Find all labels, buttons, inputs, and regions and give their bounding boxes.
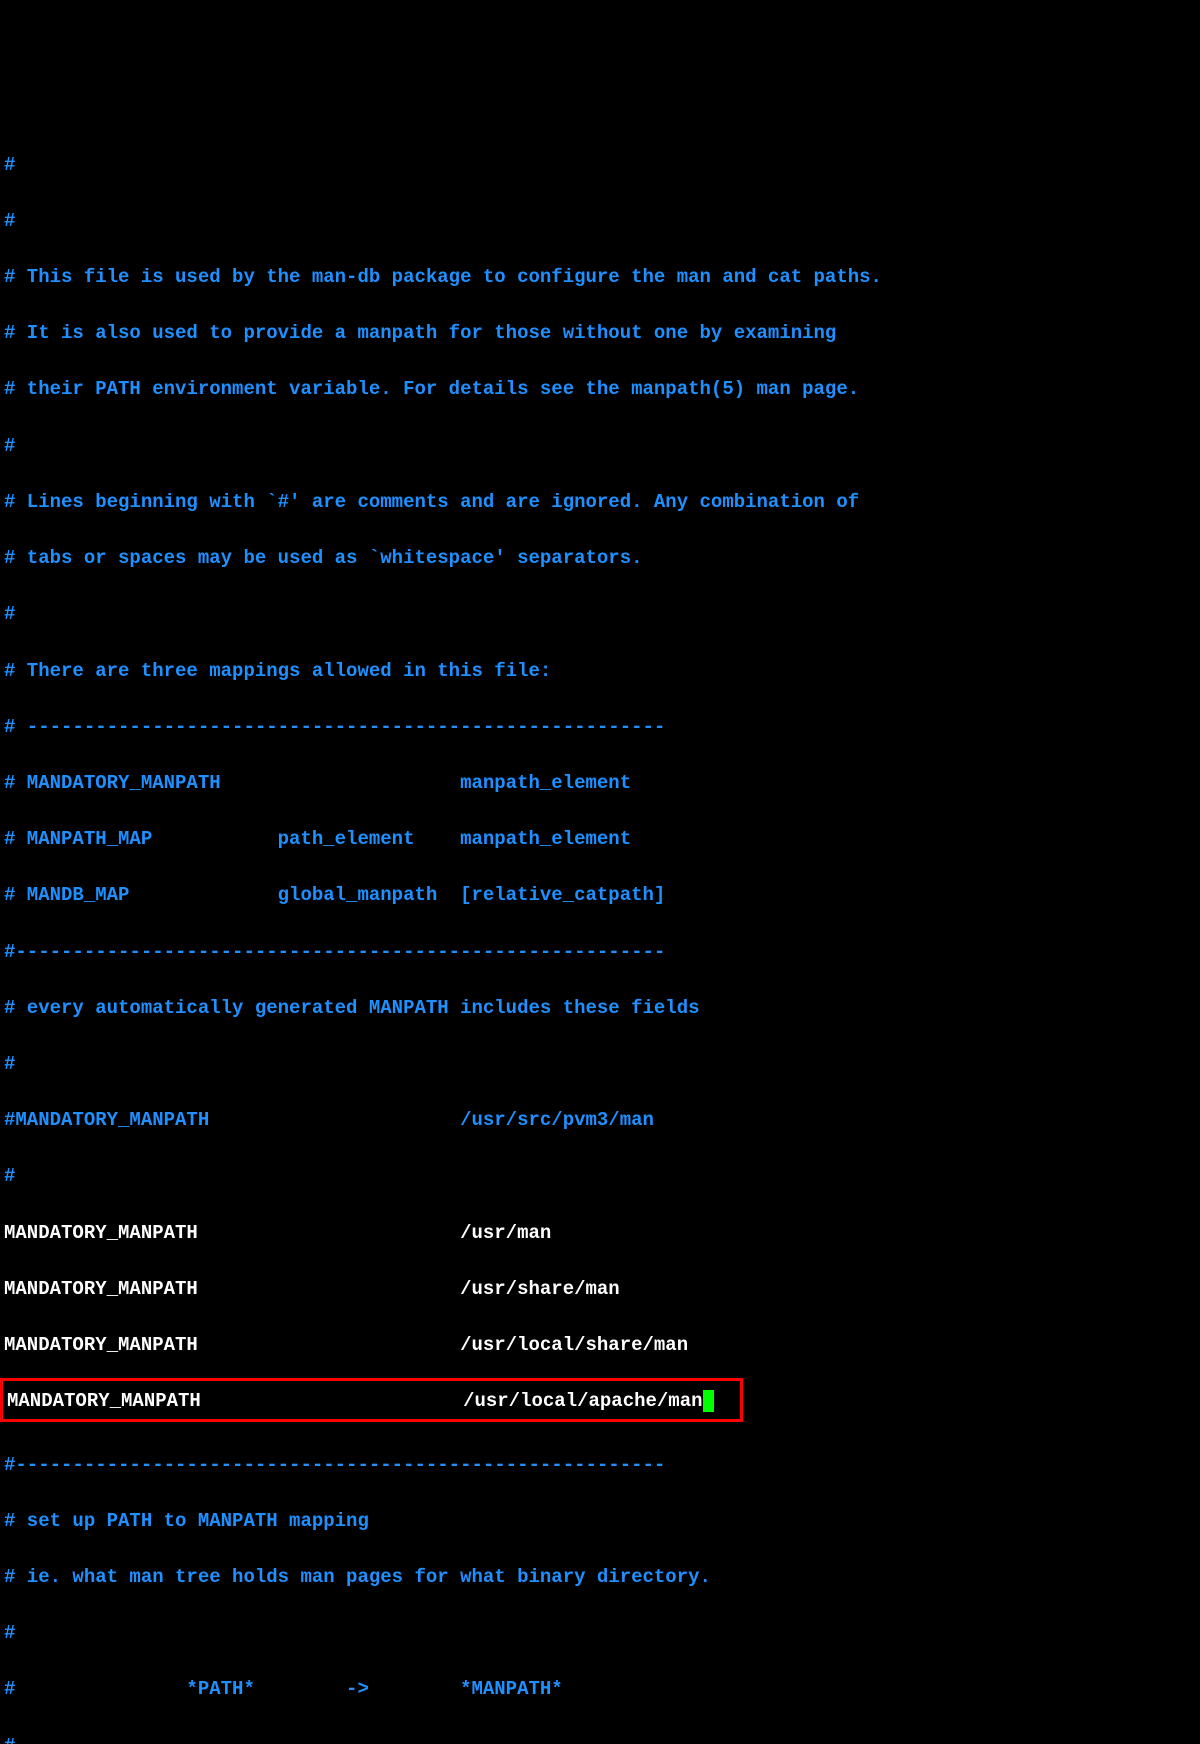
comment-line: # *PATH* -> *MANPATH*: [4, 1675, 1196, 1703]
comment-line: # every automatically generated MANPATH …: [4, 994, 1196, 1022]
comment-line: #: [4, 432, 1196, 460]
highlighted-line: MANDATORY_MANPATH /usr/local/apache/man: [0, 1378, 743, 1422]
comment-line: # MANDATORY_MANPATH manpath_element: [4, 769, 1196, 797]
comment-line: #---------------------------------------…: [4, 1451, 1196, 1479]
comment-line: #: [4, 1050, 1196, 1078]
cursor: [703, 1390, 714, 1412]
comment-line: #MANDATORY_MANPATH /usr/src/pvm3/man: [4, 1106, 1196, 1134]
config-line: MANDATORY_MANPATH /usr/local/share/man: [4, 1331, 1196, 1359]
comment-line: #: [4, 600, 1196, 628]
comment-line: # set up PATH to MANPATH mapping: [4, 1507, 1196, 1535]
config-line: MANDATORY_MANPATH /usr/man: [4, 1219, 1196, 1247]
terminal-editor[interactable]: # # # This file is used by the man-db pa…: [4, 122, 1196, 1744]
comment-line: # ie. what man tree holds man pages for …: [4, 1563, 1196, 1591]
comment-line: #: [4, 1162, 1196, 1190]
comment-line: #: [4, 207, 1196, 235]
comment-line: # tabs or spaces may be used as `whitesp…: [4, 544, 1196, 572]
comment-line: # MANPATH_MAP path_element manpath_eleme…: [4, 825, 1196, 853]
comment-line: #: [4, 1619, 1196, 1647]
config-line: MANDATORY_MANPATH /usr/local/apache/man: [7, 1390, 703, 1412]
comment-line: #: [4, 1732, 1196, 1744]
comment-line: # --------------------------------------…: [4, 713, 1196, 741]
comment-line: # There are three mappings allowed in th…: [4, 657, 1196, 685]
config-line: MANDATORY_MANPATH /usr/share/man: [4, 1275, 1196, 1303]
comment-line: #: [4, 151, 1196, 179]
comment-line: # It is also used to provide a manpath f…: [4, 319, 1196, 347]
comment-line: # Lines beginning with `#' are comments …: [4, 488, 1196, 516]
comment-line: #---------------------------------------…: [4, 938, 1196, 966]
comment-line: # their PATH environment variable. For d…: [4, 375, 1196, 403]
comment-line: # This file is used by the man-db packag…: [4, 263, 1196, 291]
comment-line: # MANDB_MAP global_manpath [relative_cat…: [4, 881, 1196, 909]
